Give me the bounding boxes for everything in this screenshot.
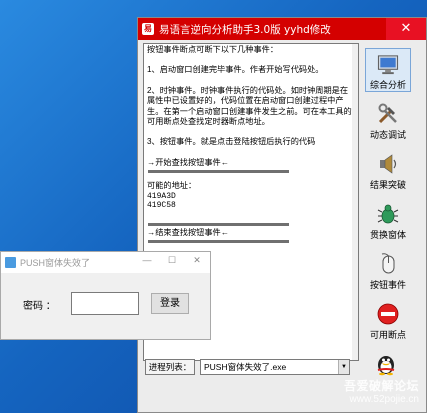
watermark-url: www.52pojie.cn: [349, 394, 419, 405]
chevron-down-icon[interactable]: ▼: [338, 360, 349, 374]
separator-line: [148, 170, 289, 174]
process-select[interactable]: PUSH窗体失效了.exe ▼: [200, 359, 350, 375]
analysis-title-bar[interactable]: 易 易语言逆向分析助手3.0版 yyhd修改 ✕: [138, 18, 426, 40]
push-window: PUSH窗体失效了 — ☐ ✕ 密码 ： 登录: [0, 251, 211, 340]
address-line: 419A3D: [147, 191, 176, 201]
process-select-value: PUSH窗体失效了.exe: [204, 362, 287, 372]
analysis-window: 易 易语言逆向分析助手3.0版 yyhd修改 ✕ 按钮事件断点可断下以下几种事件…: [137, 17, 427, 413]
side-button-label: 贯换窗体: [369, 230, 406, 240]
side-button-label: 可用断点: [369, 330, 406, 340]
close-button[interactable]: ✕: [190, 255, 204, 266]
replace-form-button[interactable]: 贯换窗体: [365, 198, 411, 242]
start-marker: →开始查找按钮事件←: [147, 157, 229, 167]
side-button-label: 结果突破: [369, 180, 406, 190]
window-title: 易语言逆向分析助手3.0版 yyhd修改: [159, 23, 331, 36]
watermark-title: 吾爱破解论坛: [343, 379, 419, 393]
process-list-label: 进程列表：: [145, 359, 195, 375]
bug-icon: [377, 204, 399, 224]
maximize-button[interactable]: ☐: [165, 255, 179, 266]
tools-icon: [378, 103, 397, 124]
info-heading: 按钮事件断点可断下以下几种事件：: [147, 45, 279, 54]
app-logo-icon: 易: [142, 23, 154, 35]
login-button[interactable]: 登录: [151, 293, 189, 314]
side-button-label: 按钮事件: [369, 280, 406, 290]
penguin-icon[interactable]: [374, 352, 398, 376]
separator-line: [148, 240, 289, 244]
side-button-label: 综合分析: [369, 80, 406, 90]
password-input[interactable]: [71, 292, 139, 315]
separator-line: [148, 222, 289, 226]
address-line: 419C58: [147, 201, 176, 211]
dynamic-debug-button[interactable]: 动态调试: [365, 98, 411, 142]
speaker-icon: [380, 154, 397, 174]
push-window-title: PUSH窗体失效了: [20, 258, 91, 268]
info-item-1: 1、启动窗口创建完毕事件。作者开始写代码处。: [147, 65, 324, 75]
close-button[interactable]: ✕: [386, 18, 426, 40]
available-breakpoints-button[interactable]: 可用断点: [365, 298, 411, 342]
button-event-button[interactable]: 按钮事件: [365, 248, 411, 292]
monitor-icon: [377, 55, 399, 75]
end-marker: →结束查找按钮事件←: [147, 227, 229, 237]
address-heading: 可能的地址：: [147, 181, 197, 191]
mouse-icon: [381, 253, 395, 274]
scrollbar[interactable]: [352, 44, 358, 360]
push-title-bar[interactable]: PUSH窗体失效了 — ☐ ✕: [1, 252, 210, 273]
result-break-button[interactable]: 结果突破: [365, 148, 411, 192]
minimize-button[interactable]: —: [140, 255, 154, 265]
comprehensive-analysis-button[interactable]: 综合分析: [365, 48, 411, 92]
stop-icon: [377, 303, 399, 325]
info-item-2: 2、时钟事件。时钟事件执行的代码处。如时钟周期是在属性中已设置好的，代码位置在启…: [147, 85, 352, 127]
app-window-icon: [5, 257, 16, 268]
side-button-label: 动态调试: [369, 130, 406, 140]
info-item-3: 3、按钮事件。就是点击登陆按钮后执行的代码: [147, 137, 316, 147]
password-label: 密码 ：: [23, 301, 56, 312]
forum-watermark: 吾爱破解论坛 www.52pojie.cn: [344, 377, 419, 405]
